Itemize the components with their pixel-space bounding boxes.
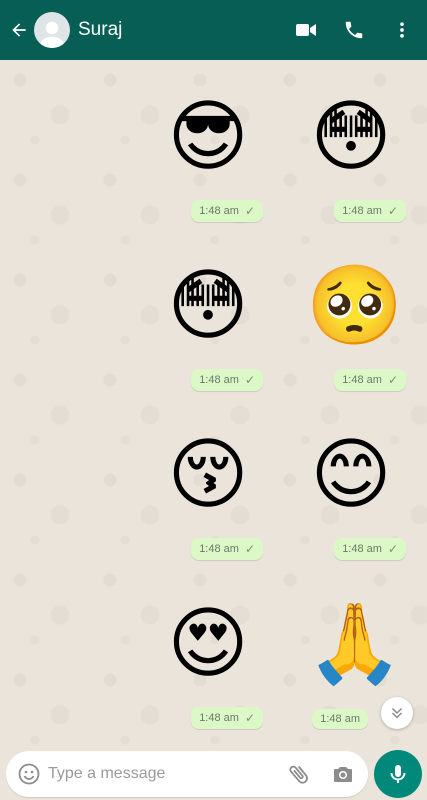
- message-time: 1:48 am: [342, 205, 382, 217]
- emoji-button[interactable]: [16, 761, 42, 787]
- message-time: 1:48 am: [320, 713, 360, 725]
- sticker-emoji: 🙏: [306, 599, 404, 689]
- message-time: 1:48 am: [199, 205, 239, 217]
- voice-record-button[interactable]: [374, 750, 422, 798]
- sticker-emoji: 😳: [310, 92, 392, 182]
- message-meta: 1:48 am: [312, 709, 368, 729]
- message-time: 1:48 am: [342, 543, 382, 555]
- sent-check-icon: ✓: [387, 204, 398, 218]
- scroll-to-bottom-button[interactable]: [381, 697, 413, 729]
- message-input[interactable]: [48, 765, 286, 783]
- sticker-emoji: 😳: [167, 261, 249, 351]
- message-meta: 1:48 am ✓: [334, 369, 406, 391]
- avatar[interactable]: [34, 12, 70, 48]
- contact-name[interactable]: Suraj: [78, 19, 293, 41]
- message-meta: 1:48 am ✓: [191, 369, 263, 391]
- sticker-emoji: 😍: [167, 599, 249, 689]
- message-meta: 1:48 am ✓: [191, 707, 263, 729]
- video-camera-icon: [296, 24, 316, 36]
- message-meta: 1:48 am ✓: [191, 200, 263, 222]
- attach-button[interactable]: [286, 761, 312, 787]
- paperclip-icon: [289, 765, 308, 784]
- sticker-emoji: 🥺: [306, 261, 404, 351]
- message-time: 1:48 am: [199, 543, 239, 555]
- arrow-left-icon: [12, 23, 26, 37]
- message-meta: 1:48 am ✓: [334, 200, 406, 222]
- sticker-message[interactable]: 😳 1:48 am ✓: [296, 92, 406, 222]
- message-time: 1:48 am: [342, 374, 382, 386]
- camera-icon: [334, 767, 352, 782]
- camera-button[interactable]: [330, 761, 356, 787]
- microphone-icon: [390, 765, 406, 783]
- chat-header: Suraj: [0, 0, 427, 60]
- sent-check-icon: ✓: [244, 373, 255, 387]
- message-meta: 1:48 am ✓: [334, 538, 406, 560]
- sticker-message[interactable]: 😊 1:48 am ✓: [296, 430, 406, 560]
- sent-check-icon: ✓: [387, 373, 398, 387]
- sticker-message[interactable]: 😳 1:48 am ✓: [153, 261, 263, 391]
- sticker-message[interactable]: 😍 1:48 am ✓: [153, 599, 263, 729]
- message-time: 1:48 am: [199, 374, 239, 386]
- video-call-button[interactable]: [293, 17, 319, 43]
- chevron-double-down-icon: [391, 707, 403, 719]
- sticker-emoji: 😎: [167, 92, 249, 182]
- sticker-message[interactable]: 😚 1:48 am ✓: [153, 430, 263, 560]
- more-vertical-icon: [400, 22, 404, 38]
- sent-check-icon: ✓: [244, 711, 255, 725]
- person-icon: [39, 21, 65, 48]
- sticker-message[interactable]: 🥺 1:48 am ✓: [296, 261, 406, 391]
- sticker-emoji: 😊: [310, 430, 392, 520]
- sticker-emoji: 😚: [167, 430, 249, 520]
- sent-check-icon: ✓: [244, 542, 255, 556]
- back-button[interactable]: [6, 17, 32, 43]
- message-composer: [6, 751, 368, 797]
- message-time: 1:48 am: [199, 712, 239, 724]
- more-options-button[interactable]: [389, 17, 415, 43]
- sticker-message[interactable]: 😎 1:48 am ✓: [153, 92, 263, 222]
- sent-check-icon: ✓: [387, 542, 398, 556]
- voice-call-button[interactable]: [341, 17, 367, 43]
- message-meta: 1:48 am ✓: [191, 538, 263, 560]
- smiley-icon: [18, 763, 40, 785]
- sent-check-icon: ✓: [244, 204, 255, 218]
- phone-icon: [345, 21, 363, 39]
